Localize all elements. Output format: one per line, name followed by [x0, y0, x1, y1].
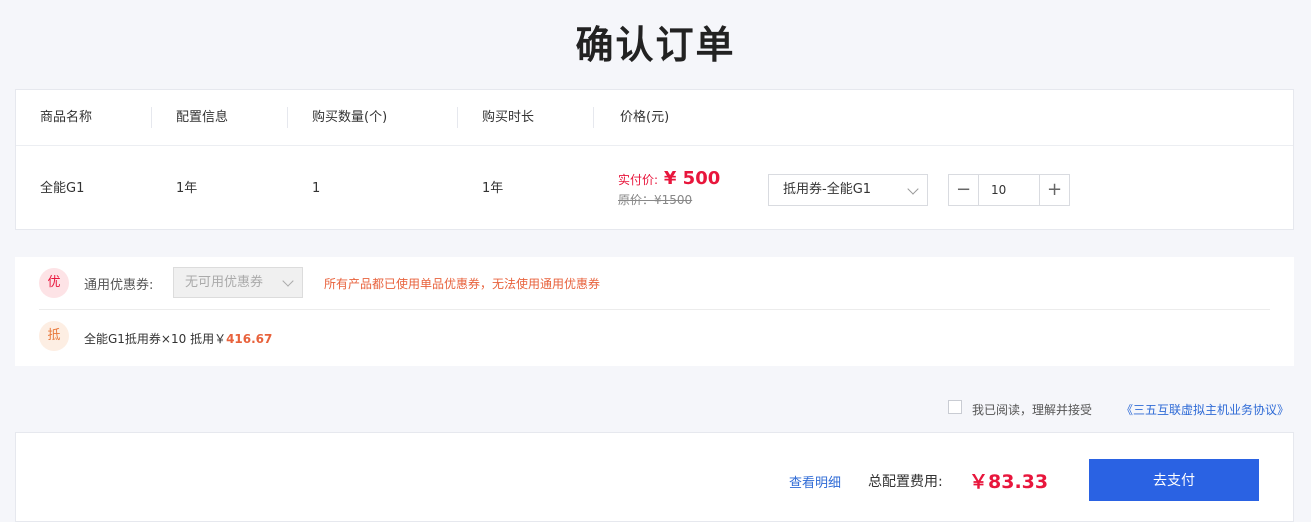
- divider: [39, 309, 1270, 310]
- header-price: 价格(元): [620, 110, 670, 125]
- deduct-badge: 抵: [39, 321, 69, 351]
- config-info: 1年: [176, 181, 198, 196]
- deduct-text: 全能G1抵用券×10 抵用￥: [84, 332, 227, 346]
- chevron-down-icon: [907, 183, 919, 195]
- chevron-down-icon: [282, 275, 294, 287]
- pay-button[interactable]: 去支付: [1089, 459, 1259, 501]
- deduct-amount: 416.67: [226, 332, 273, 346]
- order-table: 商品名称 配置信息 购买数量(个) 购买时长 价格(元) 全能G1 1年 1 1…: [15, 89, 1294, 230]
- coupon-label: 通用优惠券:: [84, 278, 154, 293]
- header-product-name: 商品名称: [40, 110, 93, 125]
- purchase-quantity: 1: [312, 181, 321, 196]
- coupon-warning: 所有产品都已使用单品优惠券，无法使用通用优惠券: [324, 277, 601, 291]
- view-details-link[interactable]: 查看明细: [789, 472, 841, 491]
- header-quantity: 购买数量(个): [312, 110, 388, 125]
- coupon-select[interactable]: 无可用优惠券: [173, 267, 303, 298]
- header-duration: 购买时长: [482, 110, 535, 125]
- total-value: ￥83.33: [969, 471, 1049, 493]
- quantity-input[interactable]: [979, 175, 1039, 205]
- price-original: 原价：¥1500: [618, 193, 693, 207]
- agreement-checkbox[interactable]: [948, 400, 962, 414]
- price-real-value: ¥ 500: [663, 168, 721, 189]
- purchase-duration: 1年: [482, 181, 504, 196]
- price-real: 实付价: ¥ 500: [618, 168, 720, 189]
- increment-button[interactable]: +: [1039, 175, 1069, 205]
- header-config: 配置信息: [176, 110, 229, 125]
- footer-bar: 查看明细 总配置费用: ￥83.33 去支付: [15, 432, 1294, 522]
- header-divider: [593, 107, 594, 128]
- quantity-stepper: − +: [948, 174, 1070, 206]
- table-row: 全能G1 1年 1 1年 实付价: ¥ 500 原价：¥1500 抵用券-全能G…: [16, 146, 1293, 231]
- coupon-badge: 优: [39, 268, 69, 298]
- voucher-select[interactable]: 抵用券-全能G1: [768, 174, 928, 206]
- coupon-panel: 优 通用优惠券: 无可用优惠券 所有产品都已使用单品优惠券，无法使用通用优惠券 …: [15, 257, 1294, 366]
- coupon-select-value: 无可用优惠券: [185, 275, 264, 290]
- total-label: 总配置费用:: [868, 474, 943, 490]
- header-divider: [287, 107, 288, 128]
- deduct-info: 全能G1抵用券×10 抵用￥416.67: [84, 330, 272, 347]
- decrement-button[interactable]: −: [949, 175, 979, 205]
- agreement-text: 我已阅读，理解并接受: [972, 403, 1093, 417]
- price-real-label: 实付价:: [618, 173, 659, 187]
- header-divider: [151, 107, 152, 128]
- price-block: 实付价: ¥ 500 原价：¥1500: [618, 168, 720, 208]
- page-title: 确认订单: [575, 23, 736, 67]
- product-name: 全能G1: [40, 181, 85, 196]
- table-header: 商品名称 配置信息 购买数量(个) 购买时长 价格(元): [16, 90, 1293, 146]
- voucher-select-value: 抵用券-全能G1: [783, 182, 872, 197]
- agreement-link[interactable]: 《三五互联虚拟主机业务协议》: [1121, 401, 1289, 418]
- header-divider: [457, 107, 458, 128]
